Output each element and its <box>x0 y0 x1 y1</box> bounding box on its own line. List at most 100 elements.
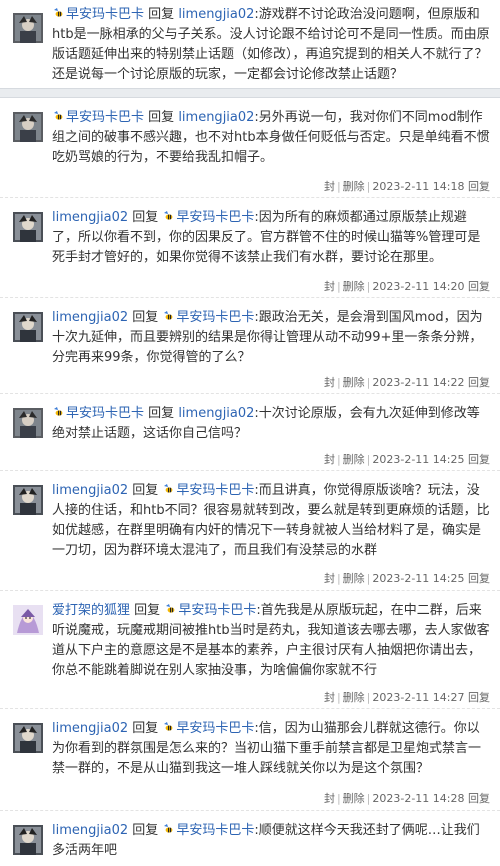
avatar[interactable] <box>13 485 43 515</box>
author-link[interactable]: 早安玛卡巴卡 <box>66 7 144 22</box>
reply-word: 回复 <box>132 483 159 498</box>
bee-badge-icon <box>52 109 64 121</box>
reply-word: 回复 <box>148 110 175 125</box>
target-user-link[interactable]: 早安玛卡巴卡 <box>176 823 254 838</box>
author-link[interactable]: 早安玛卡巴卡 <box>66 406 144 421</box>
bee-badge-icon <box>162 209 174 221</box>
author-link[interactable]: limengjia02 <box>52 310 128 325</box>
reply-button[interactable]: 回复 <box>468 280 490 293</box>
timestamp: 2023-2-11 14:18 <box>372 180 465 193</box>
delete-button[interactable]: 删除 <box>343 792 365 805</box>
delete-button[interactable]: 删除 <box>343 572 365 585</box>
list-item: limengjia02 回复 早安玛卡巴卡:顺便就这样今天我还封了俩呢…让我们多… <box>0 811 500 866</box>
divider: | <box>336 691 341 704</box>
timestamp: 2023-2-11 14:25 <box>372 453 465 466</box>
avatar[interactable] <box>13 723 43 753</box>
seal-button[interactable]: 封 <box>324 376 335 389</box>
list-item: 早安玛卡巴卡 回复 limengjia02:另外再说一句，我对你们不同mod制作… <box>0 98 500 198</box>
bee-badge-icon <box>162 822 174 834</box>
reply-text: 早安玛卡巴卡 回复 limengjia02:游戏群不讨论政治没问题啊，但原版和h… <box>52 5 492 85</box>
avatar[interactable] <box>13 212 43 242</box>
list-item: 爱打架的狐狸 回复 早安玛卡巴卡:首先我是从原版玩起，在中二群，后来听说魔戒，玩… <box>0 591 500 709</box>
author-link[interactable]: limengjia02 <box>52 483 128 498</box>
bee-badge-icon <box>162 720 174 732</box>
avatar[interactable] <box>13 13 43 43</box>
reply-text: 早安玛卡巴卡 回复 limengjia02:另外再说一句，我对你们不同mod制作… <box>52 108 492 168</box>
delete-button[interactable]: 删除 <box>343 453 365 466</box>
timestamp: 2023-2-11 14:28 <box>372 792 465 805</box>
reply-meta: 封 | 删除 | 2023-2-11 14:25 回复 <box>190 453 490 467</box>
target-user-link[interactable]: limengjia02 <box>178 110 254 125</box>
reply-text: limengjia02 回复 早安玛卡巴卡:顺便就这样今天我还封了俩呢…让我们多… <box>52 821 492 861</box>
author-link[interactable]: limengjia02 <box>52 210 128 225</box>
delete-button[interactable]: 删除 <box>343 376 365 389</box>
reply-word: 回复 <box>132 721 159 736</box>
seal-button[interactable]: 封 <box>324 691 335 704</box>
divider: | <box>336 572 341 585</box>
seal-button[interactable]: 封 <box>324 280 335 293</box>
reply-button[interactable]: 回复 <box>468 180 490 193</box>
avatar[interactable] <box>13 825 43 855</box>
reply-button[interactable]: 回复 <box>468 572 490 585</box>
reply-word: 回复 <box>132 210 159 225</box>
timestamp: 2023-2-11 14:20 <box>372 280 465 293</box>
target-user-link[interactable]: limengjia02 <box>178 7 254 22</box>
timestamp: 2023-2-11 14:25 <box>372 572 465 585</box>
timestamp: 2023-2-11 14:27 <box>372 691 465 704</box>
target-user-link[interactable]: limengjia02 <box>178 406 254 421</box>
timestamp: 2023-2-11 14:22 <box>372 376 465 389</box>
bee-badge-icon <box>162 309 174 321</box>
reply-meta: 封 | 删除 | 2023-2-11 14:22 回复 <box>190 376 490 390</box>
target-user-link[interactable]: 早安玛卡巴卡 <box>176 210 254 225</box>
bee-badge-icon <box>52 405 64 417</box>
target-user-link[interactable]: 早安玛卡巴卡 <box>178 603 256 618</box>
reply-meta: 封 | 删除 | 2023-2-11 14:27 回复 <box>190 691 490 705</box>
bee-badge-icon <box>52 6 64 18</box>
delete-button[interactable]: 删除 <box>343 280 365 293</box>
target-user-link[interactable]: 早安玛卡巴卡 <box>176 310 254 325</box>
target-user-link[interactable]: 早安玛卡巴卡 <box>176 721 254 736</box>
section-divider <box>0 88 500 98</box>
divider: | <box>336 792 341 805</box>
divider: | <box>366 453 371 466</box>
reply-button[interactable]: 回复 <box>468 376 490 389</box>
divider: | <box>366 376 371 389</box>
divider: | <box>336 453 341 466</box>
reply-text: limengjia02 回复 早安玛卡巴卡:信，因为山猫那会儿群就这德行。你以为… <box>52 719 492 779</box>
reply-text: limengjia02 回复 早安玛卡巴卡:因为所有的麻烦都通过原版禁止规避了，… <box>52 208 492 268</box>
divider: | <box>366 792 371 805</box>
avatar[interactable] <box>13 605 43 635</box>
avatar[interactable] <box>13 112 43 142</box>
reply-word: 回复 <box>148 406 175 421</box>
divider: | <box>366 180 371 193</box>
seal-button[interactable]: 封 <box>324 180 335 193</box>
reply-word: 回复 <box>132 310 159 325</box>
reply-meta: 封 | 删除 | 2023-2-11 14:18 回复 <box>190 180 490 194</box>
reply-button[interactable]: 回复 <box>468 792 490 805</box>
author-link[interactable]: limengjia02 <box>52 823 128 838</box>
divider: | <box>336 280 341 293</box>
list-item: 早安玛卡巴卡 回复 limengjia02:十次讨论原版，会有九次延伸到修改等绝… <box>0 394 500 471</box>
author-link[interactable]: 早安玛卡巴卡 <box>66 110 144 125</box>
reply-text: limengjia02 回复 早安玛卡巴卡:而且讲真，你觉得原版谈啥？玩法，没人… <box>52 481 492 561</box>
seal-button[interactable]: 封 <box>324 572 335 585</box>
reply-button[interactable]: 回复 <box>468 691 490 704</box>
author-link[interactable]: limengjia02 <box>52 721 128 736</box>
seal-button[interactable]: 封 <box>324 792 335 805</box>
reply-meta: 封 | 删除 | 2023-2-11 14:28 回复 <box>190 792 490 806</box>
avatar[interactable] <box>13 312 43 342</box>
delete-button[interactable]: 删除 <box>343 180 365 193</box>
avatar[interactable] <box>13 408 43 438</box>
author-link[interactable]: 爱打架的狐狸 <box>52 603 130 618</box>
target-user-link[interactable]: 早安玛卡巴卡 <box>176 483 254 498</box>
reply-text: 早安玛卡巴卡 回复 limengjia02:十次讨论原版，会有九次延伸到修改等绝… <box>52 404 492 444</box>
divider: | <box>366 691 371 704</box>
bee-badge-icon <box>164 602 176 614</box>
seal-button[interactable]: 封 <box>324 453 335 466</box>
delete-button[interactable]: 删除 <box>343 691 365 704</box>
bee-badge-icon <box>162 482 174 494</box>
divider: | <box>336 376 341 389</box>
reply-meta: 封 | 删除 | 2023-2-11 14:25 回复 <box>190 572 490 586</box>
reply-text: 爱打架的狐狸 回复 早安玛卡巴卡:首先我是从原版玩起，在中二群，后来听说魔戒，玩… <box>52 601 492 681</box>
reply-button[interactable]: 回复 <box>468 453 490 466</box>
